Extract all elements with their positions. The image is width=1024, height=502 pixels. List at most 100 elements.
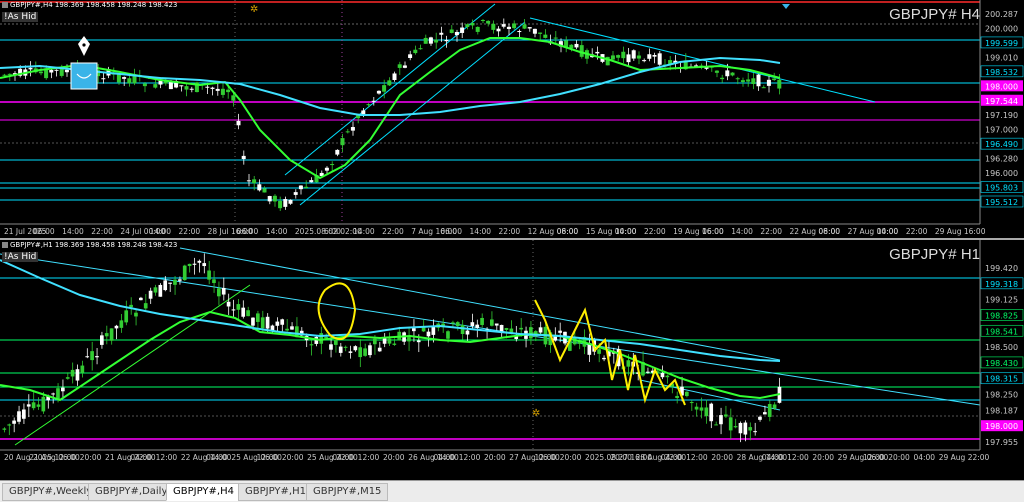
- candle-body: [95, 356, 99, 358]
- h4-chart-canvas[interactable]: 200.287 200.000 199.599 199.010 198.532 198.0…: [0, 0, 1024, 238]
- price-label: 196.490: [985, 140, 1018, 149]
- h1-chart-canvas[interactable]: 199.420 199.318 199.125 198.825 198.541 198.5…: [0, 240, 1024, 480]
- candle-body: [119, 320, 124, 328]
- price-label: 198.000: [985, 422, 1018, 431]
- price-label: 198.187: [985, 406, 1018, 415]
- candle-body: [54, 69, 59, 71]
- smile-marker-icon: [70, 62, 98, 90]
- candle-body: [330, 164, 335, 166]
- candle-body: [491, 23, 496, 30]
- candle-body: [455, 322, 460, 327]
- candle-body: [129, 304, 133, 308]
- candle-body: [257, 184, 262, 191]
- time-label: 04:00: [206, 453, 228, 462]
- candle-body: [265, 316, 270, 329]
- candle-body: [59, 68, 64, 76]
- time-scale-h4: 21 Jul 202506:00 14:00 22:00 24 Jul 00:0014…: [4, 227, 986, 236]
- candle-body: [104, 333, 109, 337]
- candle-body: [363, 348, 367, 356]
- tab-weekly[interactable]: GBPJPY#,Weekly: [2, 483, 94, 501]
- candle-body: [75, 369, 80, 381]
- candle-body: [538, 32, 543, 34]
- candle-body: [226, 301, 231, 307]
- candle-body: [226, 89, 231, 93]
- candle-body: [231, 95, 236, 101]
- candle-body: [642, 60, 647, 62]
- candle-body: [353, 346, 358, 351]
- time-label: 29 Aug 16:00: [935, 227, 986, 236]
- price-label: 198.430: [985, 359, 1018, 368]
- candle-body: [348, 351, 353, 353]
- tab-h4[interactable]: GBPJPY#,H4: [166, 483, 244, 501]
- candle-body: [28, 67, 33, 70]
- time-label: 04:00: [433, 453, 455, 462]
- moving-average-cyan: [0, 259, 781, 362]
- candle-body: [85, 356, 90, 358]
- candle-body: [324, 167, 329, 171]
- tab-daily[interactable]: GBPJPY#,Daily: [88, 483, 172, 501]
- symbol-timeframe-label: GBPJPY# H1: [889, 246, 980, 263]
- price-label: 199.420: [985, 264, 1018, 273]
- chart-pane-h4[interactable]: 200.287 200.000 199.599 199.010 198.532 198.0…: [0, 0, 1024, 240]
- candle-body: [267, 196, 272, 202]
- candle-body: [205, 86, 210, 88]
- candle-body: [506, 26, 511, 30]
- candle-body: [553, 37, 558, 39]
- candle-body: [7, 73, 12, 75]
- candle-body: [173, 279, 177, 285]
- candle-body: [647, 54, 652, 59]
- candle-body: [431, 326, 436, 335]
- candle-body: [772, 404, 777, 409]
- candle-body: [699, 407, 704, 411]
- candle-body: [538, 327, 543, 333]
- candle-body: [621, 51, 626, 59]
- sun-marker-icon: ✲: [250, 4, 258, 15]
- candle-body: [738, 422, 743, 434]
- candle-body: [657, 53, 662, 65]
- time-label: 06:00: [557, 227, 579, 236]
- as-hide-button[interactable]: !As Hid: [2, 252, 39, 262]
- tab-h1[interactable]: GBPJPY#,H1: [238, 483, 312, 501]
- candle-body: [454, 31, 459, 36]
- price-label: 198.250: [985, 391, 1018, 400]
- candle-body: [777, 79, 782, 89]
- chart-pane-h1[interactable]: 199.420 199.318 199.125 198.825 198.541 198.5…: [0, 240, 1024, 480]
- candle-body: [761, 87, 766, 89]
- candle-body: [70, 369, 75, 377]
- candle-body: [595, 51, 600, 54]
- as-hide-button[interactable]: !As Hid: [2, 12, 39, 22]
- candle-body: [2, 74, 7, 76]
- candle-body: [517, 30, 522, 33]
- candle-body: [470, 322, 475, 327]
- candle-body: [501, 24, 506, 27]
- candle-body: [758, 416, 762, 420]
- candle-body: [61, 387, 65, 392]
- time-label: 12:00: [535, 453, 557, 462]
- time-label: 20:00: [80, 453, 102, 462]
- candle-body: [217, 288, 221, 297]
- chart-header-h4: GBPJPY#,H4 198.369 198.458 198.248 198.4…: [2, 1, 177, 9]
- candle-body: [329, 344, 333, 350]
- candle-body: [553, 336, 558, 341]
- candle-body: [256, 313, 260, 322]
- candle-body: [114, 325, 119, 329]
- tab-m15[interactable]: GBPJPY#,M15: [306, 483, 388, 501]
- time-label: 22:00: [179, 227, 201, 236]
- candle-body: [504, 327, 509, 330]
- moving-average-green: [0, 37, 781, 180]
- moving-average-cyan: [0, 56, 781, 116]
- candle-body: [486, 20, 491, 24]
- candle-body: [187, 263, 192, 267]
- time-label: 04:00: [130, 453, 152, 462]
- price-label: 197.544: [985, 97, 1018, 106]
- candle-body: [80, 365, 85, 373]
- time-label: 06:00: [819, 227, 841, 236]
- time-label: 14:00: [469, 227, 491, 236]
- candle-body: [636, 55, 641, 59]
- candle-body: [241, 307, 246, 317]
- candle-body: [278, 200, 283, 209]
- candle-body: [345, 131, 350, 133]
- candle-body: [236, 304, 241, 310]
- symbol-timeframe-label: GBPJPY# H4: [889, 6, 980, 23]
- candle-body: [202, 263, 207, 267]
